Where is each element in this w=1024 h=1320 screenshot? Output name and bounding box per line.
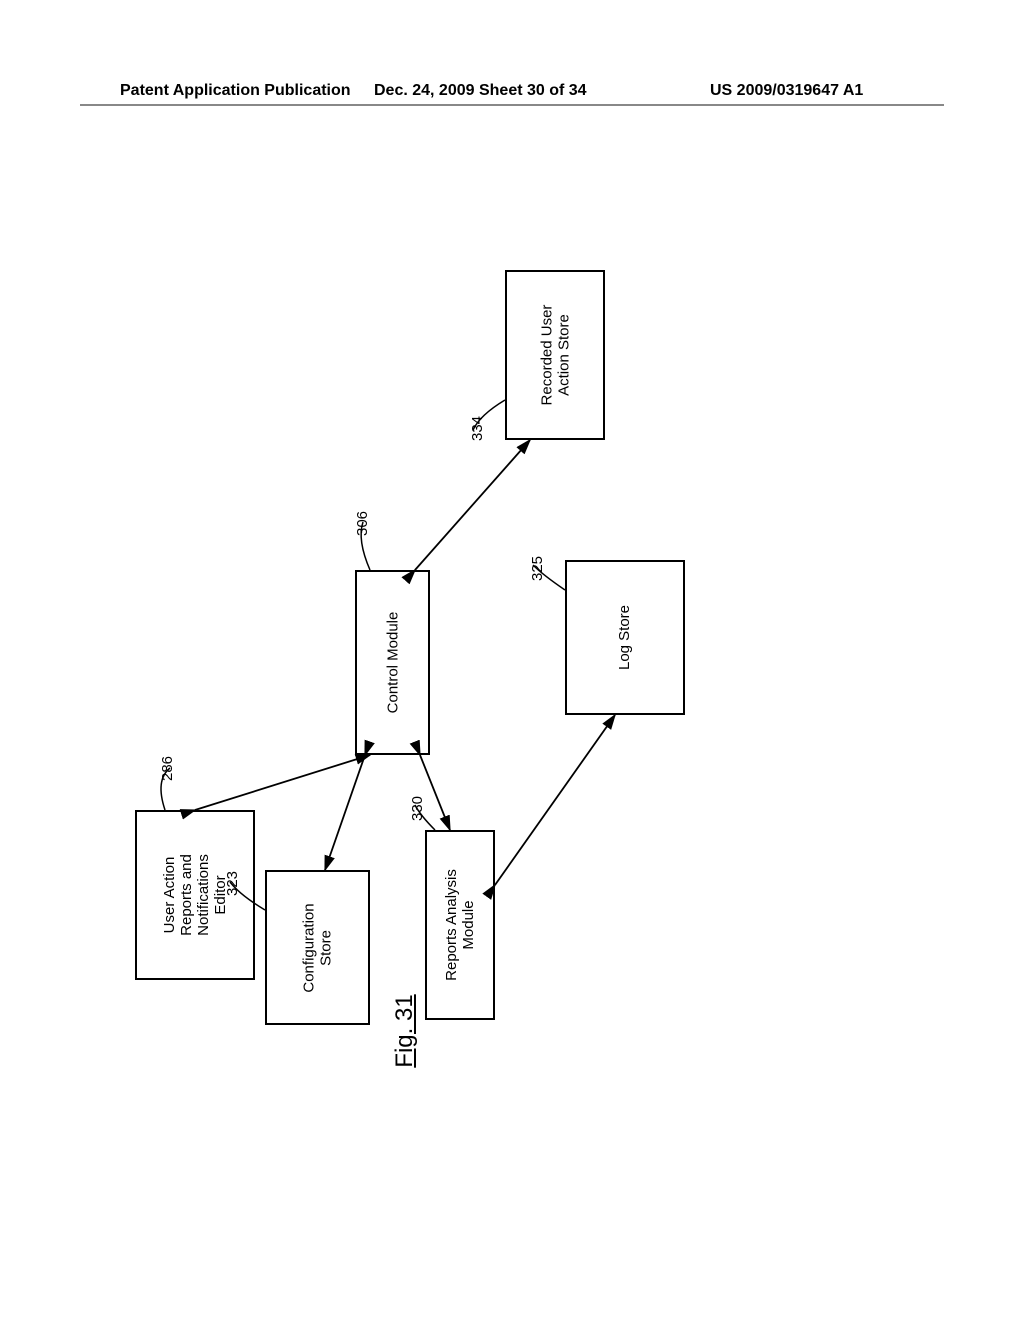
ref-control: 306	[354, 511, 371, 536]
ref-analysis: 330	[409, 796, 426, 821]
box-log-label: Log Store	[616, 605, 633, 670]
box-control-label: Control Module	[384, 612, 401, 714]
box-analysis-label: Reports AnalysisModule	[443, 869, 477, 981]
header-publication: Patent Application Publication	[120, 82, 351, 100]
ref-log: 325	[529, 556, 546, 581]
box-recorded-label: Recorded UserAction Store	[538, 305, 572, 406]
header-rule	[80, 104, 944, 106]
box-analysis: Reports AnalysisModule	[425, 830, 495, 1020]
ref-config: 323	[224, 871, 241, 896]
box-recorded: Recorded UserAction Store	[505, 270, 605, 440]
ref-recorded: 334	[469, 416, 486, 441]
box-config: ConfigurationStore	[265, 870, 370, 1025]
figure-31: Fig. 31 User ActionReports andNotificati…	[125, 270, 685, 1050]
box-log: Log Store	[565, 560, 685, 715]
ref-editor: 286	[159, 756, 176, 781]
figure-title: Fig. 31	[391, 994, 419, 1067]
header-patent-number: US 2009/0319647 A1	[710, 82, 863, 100]
box-editor-label: User ActionReports andNotificationsEdito…	[161, 854, 229, 936]
box-control: Control Module	[355, 570, 430, 755]
box-config-label: ConfigurationStore	[300, 903, 334, 992]
header-date-sheet: Dec. 24, 2009 Sheet 30 of 34	[374, 82, 587, 100]
